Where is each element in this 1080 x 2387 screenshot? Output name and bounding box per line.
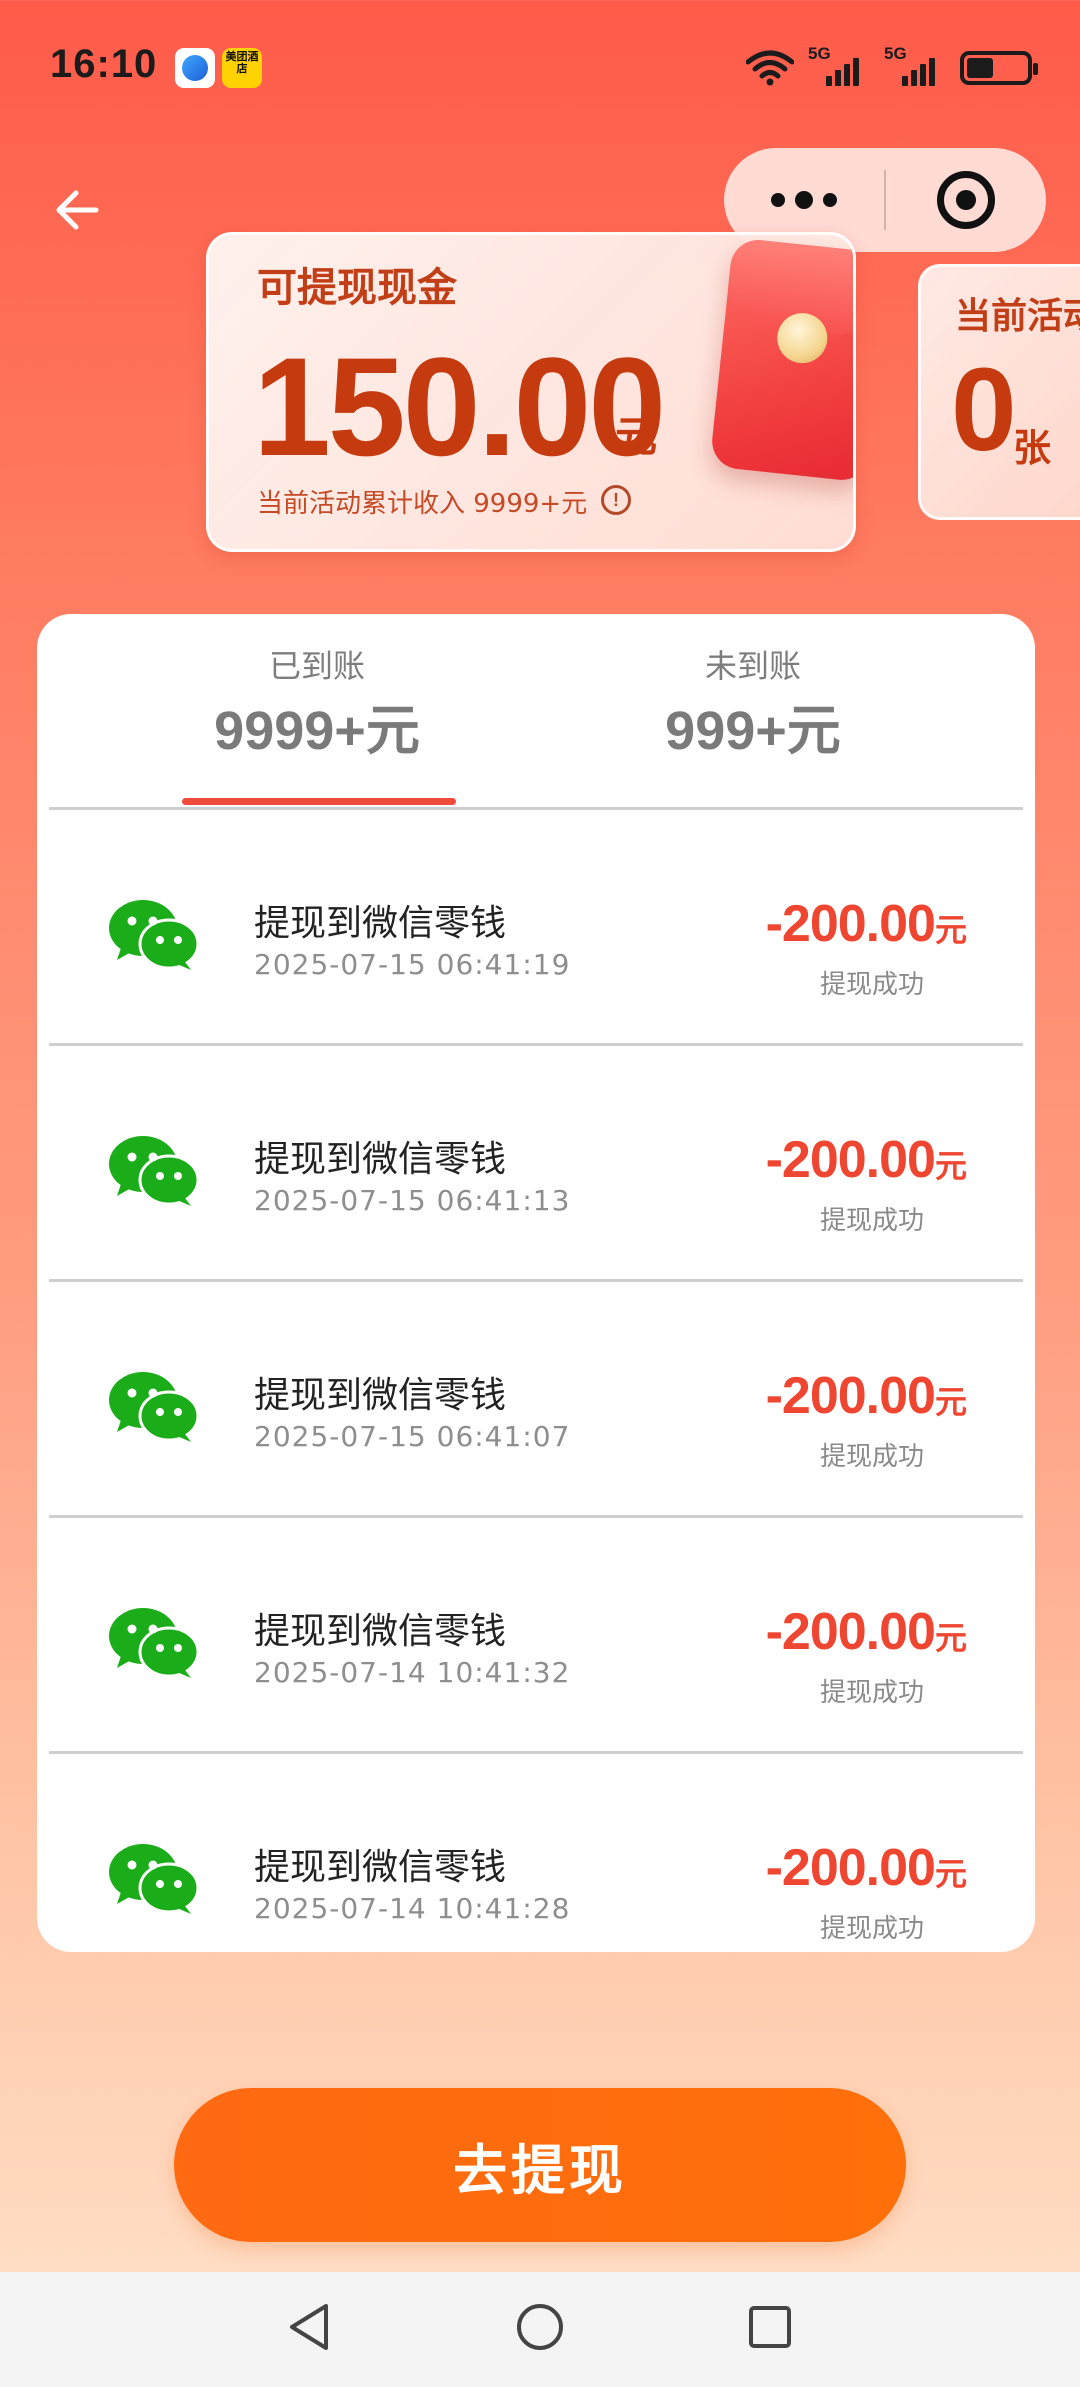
- record-time: 2025-07-15 06:41:07: [254, 1420, 571, 1453]
- record-time: 2025-07-14 10:41:28: [254, 1892, 571, 1925]
- wechat-icon: [109, 1136, 199, 1206]
- signal-5g-icon-2: 5G: [884, 44, 946, 88]
- record-time: 2025-07-14 10:41:32: [254, 1656, 571, 1689]
- list-item[interactable]: 提现到微信零钱 2025-07-15 06:41:13 -200.00元 提现成…: [37, 1046, 1035, 1282]
- signal-5g-icon-1: 5G: [808, 44, 870, 88]
- wechat-icon: [109, 900, 199, 970]
- tab-label: 已到账: [268, 647, 365, 685]
- record-amount: -200.00元: [765, 895, 967, 953]
- status-time: 16:10: [50, 42, 158, 86]
- record-title: 提现到微信零钱: [254, 1139, 507, 1180]
- nav-recents-icon[interactable]: [730, 2292, 810, 2362]
- list-item[interactable]: 提现到微信零钱 2025-07-15 06:41:19 -200.00元 提现成…: [37, 810, 1035, 1046]
- record-title: 提现到微信零钱: [254, 1847, 507, 1888]
- wechat-icon: [109, 1844, 199, 1914]
- list-item[interactable]: 提现到微信零钱 2025-07-14 10:41:28 -200.00元 提现成…: [37, 1754, 1035, 1952]
- system-nav-bar: [0, 2272, 1080, 2387]
- withdrawable-cash-card: 可提现现金 150.00 元 当前活动累计收入 9999+元 !: [206, 232, 856, 552]
- nav-home-icon[interactable]: [500, 2292, 580, 2362]
- side-card-count: 0: [951, 344, 1017, 476]
- coupon-count-card[interactable]: 当前活动 0 张: [918, 264, 1080, 520]
- browser-app-icon: [175, 48, 215, 88]
- status-bar: 16:10 美团酒店 5G 5G: [0, 0, 1080, 130]
- wechat-icon: [109, 1372, 199, 1442]
- record-time: 2025-07-15 06:41:13: [254, 1184, 571, 1217]
- record-amount: -200.00元: [765, 1839, 967, 1897]
- red-envelope-icon: [709, 237, 853, 483]
- record-amount: -200.00元: [765, 1131, 967, 1189]
- record-list: 提现到微信零钱 2025-07-15 06:41:19 -200.00元 提现成…: [37, 810, 1035, 1952]
- record-title: 提现到微信零钱: [254, 1375, 507, 1416]
- status-indicators: 5G 5G: [746, 44, 1038, 90]
- back-arrow-icon[interactable]: [50, 180, 110, 240]
- record-amount: -200.00元: [765, 1367, 967, 1425]
- meituan-hotel-app-icon: 美团酒店: [222, 48, 262, 88]
- record-status: 提现成功: [819, 1678, 925, 1708]
- battery-icon: [960, 51, 1038, 85]
- side-card-unit: 张: [1013, 426, 1052, 470]
- wechat-icon: [109, 1608, 199, 1678]
- record-status: 提现成功: [819, 970, 925, 1000]
- cumulative-income-text: 当前活动累计收入 9999+元: [257, 489, 588, 519]
- record-tabs: 已到账 9999+元 未到账 999+元: [37, 614, 1035, 810]
- info-icon[interactable]: !: [601, 485, 631, 515]
- tab-received[interactable]: 已到账 9999+元: [137, 644, 497, 766]
- record-time: 2025-07-15 06:41:19: [254, 948, 571, 981]
- list-item[interactable]: 提现到微信零钱 2025-07-14 10:41:32 -200.00元 提现成…: [37, 1518, 1035, 1754]
- cash-label: 可提现现金: [257, 265, 457, 311]
- wifi-icon: [746, 50, 794, 86]
- record-status: 提现成功: [819, 1206, 925, 1236]
- tab-value: 999+元: [665, 701, 841, 761]
- record-status: 提现成功: [819, 1914, 925, 1944]
- withdraw-button[interactable]: 去提现: [174, 2088, 906, 2242]
- target-close-icon[interactable]: [886, 148, 1046, 252]
- cash-amount: 150.00: [253, 328, 666, 485]
- withdrawal-records-panel: 已到账 9999+元 未到账 999+元 提现到微信零钱 2025-07-15 …: [37, 614, 1035, 1952]
- tab-label: 未到账: [704, 647, 801, 685]
- tab-value: 9999+元: [214, 701, 420, 761]
- list-item[interactable]: 提现到微信零钱 2025-07-15 06:41:07 -200.00元 提现成…: [37, 1282, 1035, 1518]
- nav-back-icon[interactable]: [270, 2292, 350, 2362]
- active-tab-indicator: [182, 798, 456, 805]
- cash-unit: 元: [615, 412, 658, 461]
- record-status: 提现成功: [819, 1442, 925, 1472]
- side-card-label: 当前活动: [955, 296, 1080, 337]
- record-amount: -200.00元: [765, 1603, 967, 1661]
- record-title: 提现到微信零钱: [254, 1611, 507, 1652]
- record-title: 提现到微信零钱: [254, 903, 507, 944]
- tab-pending[interactable]: 未到账 999+元: [573, 644, 933, 766]
